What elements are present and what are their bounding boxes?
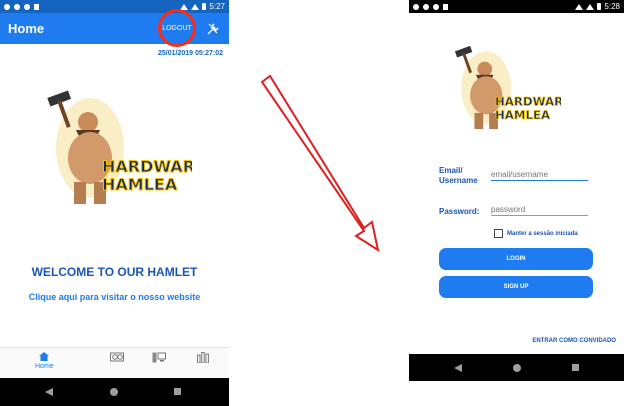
app-bar: Home LOGOUT: [0, 9, 229, 47]
bottom-navigation: Home: [0, 347, 229, 378]
logo-text-hardware: HARDWARE: [495, 95, 561, 109]
logout-highlight-circle: LOGOUT: [158, 9, 196, 47]
notification-status-icon: [433, 3, 439, 10]
page-title: Home: [8, 21, 45, 36]
nav-home[interactable]: Home: [35, 352, 54, 370]
checkbox-icon[interactable]: [494, 229, 503, 238]
guest-login-link[interactable]: ENTRAR COMO CONVIDADO: [532, 338, 616, 344]
settings-status-icon: [413, 3, 419, 10]
home-screen: 5:27 Home LOGOUT 25/01/2019 05:27:02 HAR…: [0, 0, 229, 406]
email-label-line1: Email/: [439, 166, 463, 175]
hardware-hamlea-logo: HARDWARE HAMLEA: [454, 45, 561, 130]
system-navigation-bar: [409, 354, 624, 381]
email-label-line2: Username: [439, 176, 478, 185]
email-label: Email/ Username: [439, 166, 478, 186]
settings-status-icon: [4, 3, 10, 10]
nav-components[interactable]: [110, 352, 124, 363]
status-time: 5:27: [209, 2, 225, 11]
logo-text-hamlea: HAMLEA: [495, 108, 551, 122]
password-label: Password:: [439, 207, 480, 216]
notification-status-icon: [24, 3, 30, 10]
battery-icon: [597, 3, 602, 10]
wifi-icon: [575, 3, 584, 10]
email-field[interactable]: [491, 170, 588, 181]
system-navigation-bar: [0, 378, 229, 406]
nav-home-label: Home: [35, 363, 54, 370]
signal-icon: [586, 3, 595, 10]
gpu-icon: [110, 352, 124, 362]
pc-icon: [152, 352, 166, 363]
website-link[interactable]: Clique aqui para visitar o nosso website: [0, 292, 229, 302]
battery-icon: [202, 3, 207, 10]
recent-apps-icon[interactable]: [572, 364, 579, 371]
shield-status-icon: [14, 3, 20, 10]
logo-text-hardware: HARDWARE: [102, 157, 192, 176]
welcome-heading: WELCOME TO OUR HAMLET: [31, 265, 198, 279]
recent-apps-icon[interactable]: [174, 388, 181, 395]
login-screen: 5:28 HARDWARE HAMLEA Email/ Username Pas…: [409, 0, 624, 381]
nav-computers[interactable]: [152, 352, 166, 363]
keep-session-label: Manter a sessão iniciada: [507, 230, 578, 237]
home-circle-icon[interactable]: [513, 364, 521, 372]
back-icon[interactable]: [454, 364, 462, 372]
logout-button[interactable]: LOGOUT: [162, 25, 192, 32]
login-timestamp: 25/01/2019 05:27:02: [158, 50, 223, 57]
home-icon: [39, 352, 50, 361]
tools-icon[interactable]: [205, 21, 221, 37]
logo-text-hamlea: HAMLEA: [102, 175, 178, 194]
shield-status-icon: [423, 3, 429, 10]
keep-session-checkbox[interactable]: Manter a sessão iniciada: [494, 229, 578, 238]
back-icon[interactable]: [45, 388, 53, 396]
stats-icon: [197, 352, 209, 363]
password-field[interactable]: [491, 205, 588, 216]
login-button[interactable]: LOGIN: [439, 248, 593, 270]
sim-status-icon: [34, 3, 39, 10]
home-circle-icon[interactable]: [110, 388, 118, 396]
sim-status-icon: [443, 3, 448, 10]
nav-stats[interactable]: [197, 352, 209, 363]
signal-icon: [191, 3, 200, 10]
status-bar: 5:27: [0, 0, 229, 13]
status-bar: 5:28: [409, 0, 624, 13]
signup-button[interactable]: SIGN UP: [439, 276, 593, 298]
status-time: 5:28: [604, 2, 620, 11]
hardware-hamlea-logo: HARDWARE HAMLEA: [47, 90, 192, 204]
